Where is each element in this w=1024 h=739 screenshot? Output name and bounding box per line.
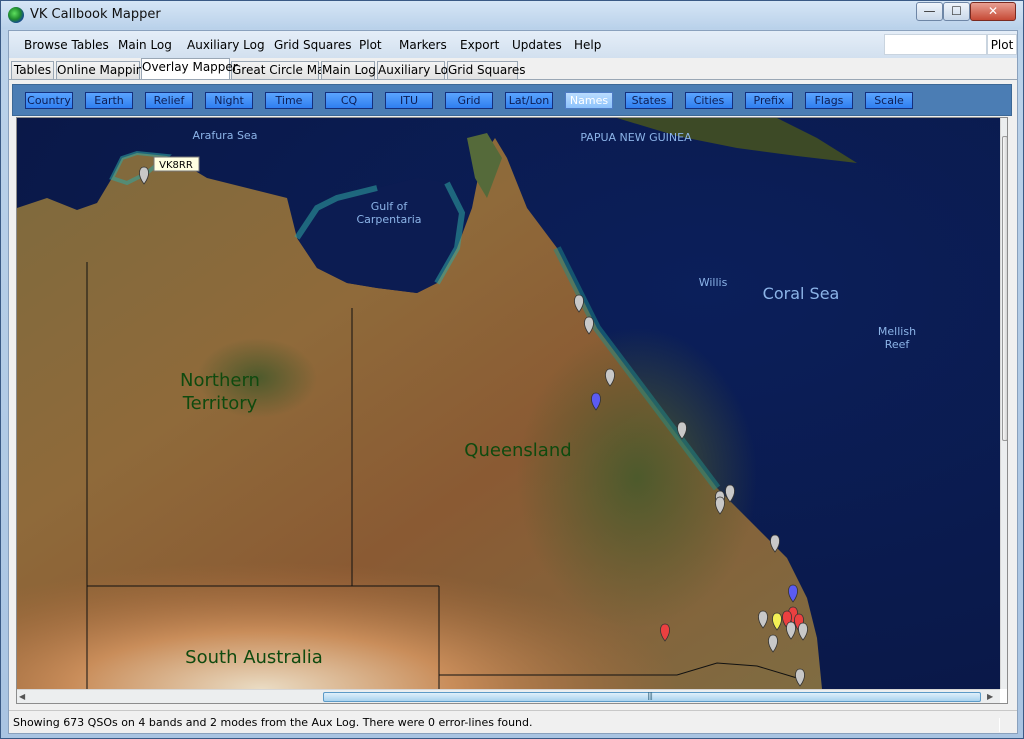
menu-updates[interactable]: Updates [512,38,562,52]
minimize-button[interactable]: — [916,2,943,21]
names-overlay-button[interactable]: Names [565,92,613,109]
northern-territory-label-line1: Northern [180,370,260,391]
latlon-overlay-button[interactable]: Lat/Lon [505,92,553,109]
window-title: VK Callbook Mapper [30,7,161,22]
menu-markers[interactable]: Markers [399,38,447,52]
time-overlay-button[interactable]: Time [265,92,313,109]
application-window: VK Callbook Mapper — ☐ ✕ Browse Tables M… [0,0,1024,739]
horizontal-scroll-thumb[interactable]: ||| [323,691,981,702]
resize-grip-icon[interactable] [999,718,1013,732]
menu-help[interactable]: Help [574,38,601,52]
cq-overlay-button[interactable]: CQ [325,92,373,109]
maximize-button[interactable]: ☐ [943,2,970,21]
tab-main-log[interactable]: Main Log [321,61,376,79]
mellish-reef-label-line1: Mellish [878,325,916,338]
desert-region [17,478,717,689]
client-area: Browse Tables Main Log Auxiliary Log Gri… [8,30,1018,734]
prefix-overlay-button[interactable]: Prefix [745,92,793,109]
grid-overlay-button[interactable]: Grid [445,92,493,109]
menu-grid-squares[interactable]: Grid Squares [274,38,352,52]
gulf-label-line2: Carpentaria [356,213,421,226]
papua-new-guinea-label: PAPUA NEW GUINEA [580,131,692,144]
menu-browse-tables[interactable]: Browse Tables [24,38,109,52]
arafura-sea-label: Arafura Sea [193,129,258,142]
scroll-right-arrow-icon[interactable]: ▶ [987,692,993,701]
tab-tables[interactable]: Tables [11,61,54,79]
plot-input[interactable] [884,34,987,55]
map-viewport: Arafura Sea PAPUA NEW GUINEA Gulf of Car… [16,117,1008,704]
menu-bar: Browse Tables Main Log Auxiliary Log Gri… [9,31,1017,58]
close-button[interactable]: ✕ [970,2,1016,21]
plot-button[interactable]: Plot [987,34,1017,55]
menu-auxiliary-log[interactable]: Auxiliary Log [187,38,265,52]
tab-grid-squares[interactable]: Grid Squares [447,61,526,79]
relief-overlay-button[interactable]: Relief [145,92,193,109]
menu-main-log[interactable]: Main Log [118,38,172,52]
tab-auxiliary-log[interactable]: Auxiliary Log [377,61,456,79]
queensland-label: Queensland [464,440,571,461]
night-overlay-button[interactable]: Night [205,92,253,109]
callsign-tooltip-text: VK8RR [159,160,193,171]
globe-app-icon [8,7,24,23]
title-bar[interactable]: VK Callbook Mapper — ☐ ✕ [1,1,1023,29]
tab-great-circle-map[interactable]: Great Circle Map [231,61,332,79]
menu-plot[interactable]: Plot [359,38,382,52]
coral-sea-label: Coral Sea [763,284,840,303]
horizontal-scrollbar[interactable]: ◀ ||| ▶ [17,689,1000,703]
states-overlay-button[interactable]: States [625,92,673,109]
scale-overlay-button[interactable]: Scale [865,92,913,109]
status-bar: Showing 673 QSOs on 4 bands and 2 modes … [9,710,1017,733]
itu-overlay-button[interactable]: ITU [385,92,433,109]
tab-online-mapping[interactable]: Online Mapping [56,61,151,79]
vertical-scrollbar[interactable] [1000,118,1007,689]
mellish-reef-label-line2: Reef [885,338,911,351]
status-text: Showing 673 QSOs on 4 bands and 2 modes … [13,716,533,729]
south-australia-label: South Australia [185,647,323,668]
cities-overlay-button[interactable]: Cities [685,92,733,109]
tab-overlay-mapper[interactable]: Overlay Mapper [141,58,238,79]
scroll-left-arrow-icon[interactable]: ◀ [19,692,25,701]
satellite-map[interactable]: Arafura Sea PAPUA NEW GUINEA Gulf of Car… [17,118,1000,689]
vertical-scroll-thumb[interactable] [1002,136,1007,441]
earth-overlay-button[interactable]: Earth [85,92,133,109]
overlay-toolbar: Country Earth Relief Night Time CQ ITU G… [12,84,1012,116]
scroll-grip-icon: ||| [647,691,653,700]
tab-strip: Tables Online Mapping Overlay Mapper Gre… [11,58,1015,80]
willis-label: Willis [699,276,728,289]
country-overlay-button[interactable]: Country [25,92,73,109]
gulf-label-line1: Gulf of [371,200,409,213]
flags-overlay-button[interactable]: Flags [805,92,853,109]
northern-territory-label-line2: Territory [182,393,258,414]
menu-export[interactable]: Export [460,38,499,52]
